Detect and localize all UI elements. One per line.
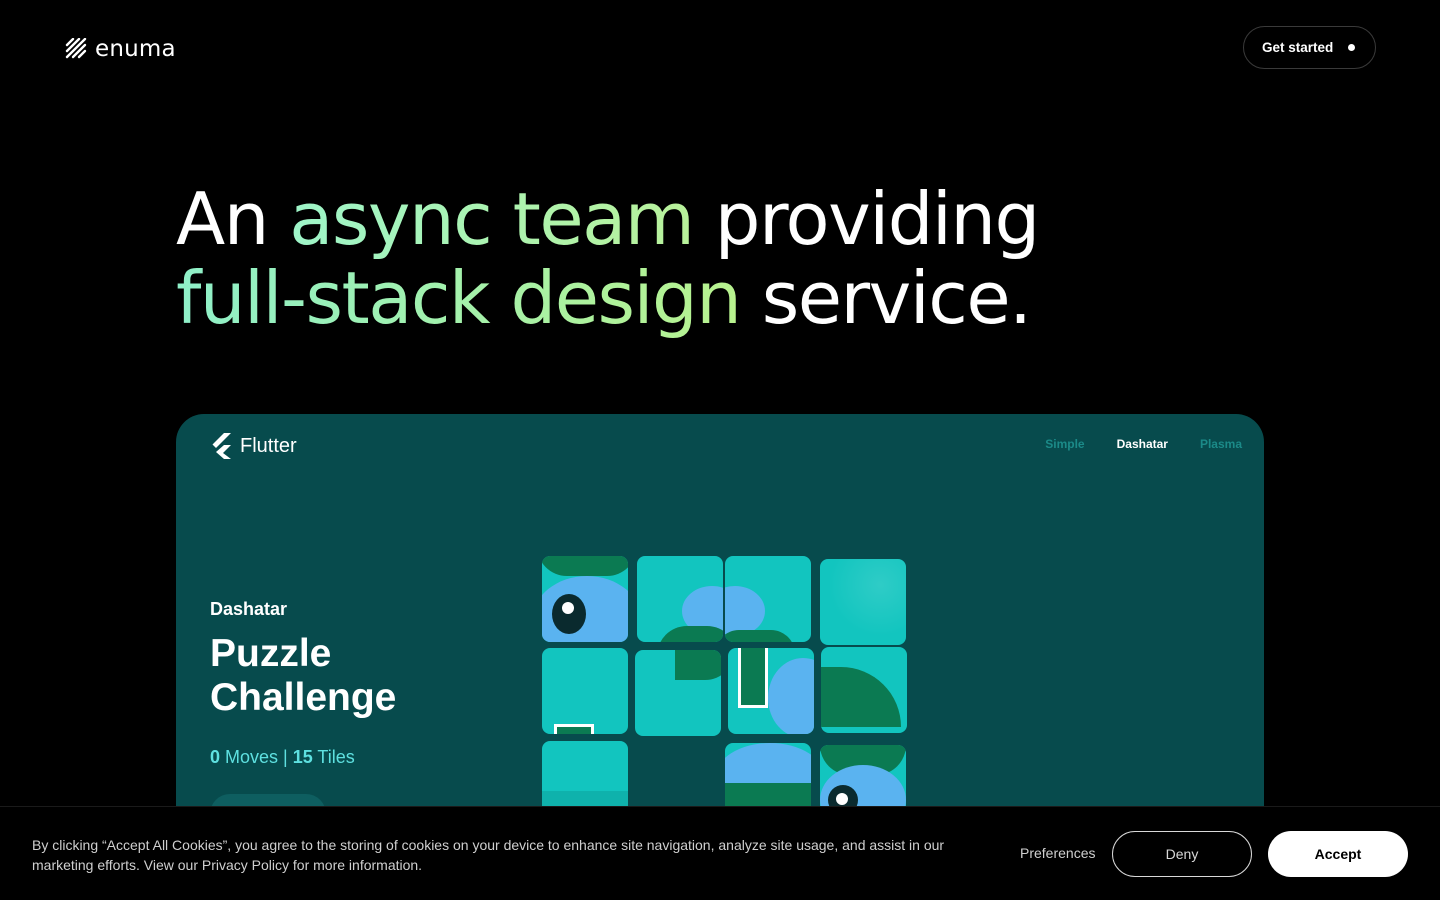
dino-eye-icon	[552, 594, 586, 634]
puzzle-tile[interactable]	[635, 650, 721, 736]
enuma-logo[interactable]: enuma	[65, 36, 176, 62]
preferences-button[interactable]: Preferences	[1020, 845, 1095, 861]
puzzle-tile[interactable]	[821, 647, 907, 733]
flutter-logo-icon	[212, 433, 231, 459]
deny-button[interactable]: Deny	[1112, 831, 1252, 877]
hero-text: providing	[693, 177, 1040, 261]
flutter-brand: Flutter	[210, 433, 297, 459]
tab-dashatar[interactable]: Dashatar	[1117, 437, 1168, 451]
get-started-label: Get started	[1262, 40, 1334, 55]
logo-text: enuma	[95, 36, 176, 62]
puzzle-tile[interactable]	[820, 559, 906, 645]
theme-tabs: Simple Dashatar Plasma	[1045, 437, 1242, 451]
puzzle-tile[interactable]	[725, 556, 811, 642]
tab-plasma[interactable]: Plasma	[1200, 437, 1242, 451]
dot-icon	[1348, 44, 1355, 51]
tiles-label: Tiles	[312, 747, 355, 767]
get-started-button[interactable]: Get started	[1243, 26, 1376, 69]
puzzle-tile[interactable]	[542, 556, 628, 642]
top-nav: enuma Get started	[0, 0, 1440, 96]
moves-counter: 0 Moves | 15 Tiles	[210, 747, 355, 768]
cookie-notice-text: By clicking “Accept All Cookies”, you ag…	[32, 837, 945, 873]
tab-simple[interactable]: Simple	[1045, 437, 1084, 451]
tiles-count: 15	[292, 747, 313, 767]
hero-text: service.	[740, 256, 1032, 340]
moves-label: Moves |	[220, 747, 293, 767]
flutter-label: Flutter	[240, 434, 297, 457]
theme-name: Dashatar	[210, 599, 288, 619]
hero-line-2: full-stack design service.	[176, 256, 1032, 340]
puzzle-tile[interactable]	[637, 556, 723, 642]
cookie-banner: By clicking “Accept All Cookies”, you ag…	[0, 806, 1440, 900]
enuma-logo-icon	[65, 38, 87, 59]
flutter-puzzle-showcase: Flutter Simple Dashatar Plasma Dashatar …	[176, 414, 1264, 874]
moves-count: 0	[210, 747, 221, 767]
puzzle-tile[interactable]	[728, 648, 814, 734]
puzzle-tile[interactable]	[542, 648, 628, 734]
hero-headline: An async team providing full-stack desig…	[176, 177, 1040, 340]
hero-highlight: full-stack design	[176, 256, 742, 340]
hero-highlight: async team	[289, 177, 695, 261]
hero-line-1: An async team providing	[176, 177, 1040, 261]
hero-text: An	[176, 177, 290, 261]
puzzle-title: Puzzle Challenge	[210, 632, 397, 719]
accept-button[interactable]: Accept	[1268, 831, 1408, 877]
